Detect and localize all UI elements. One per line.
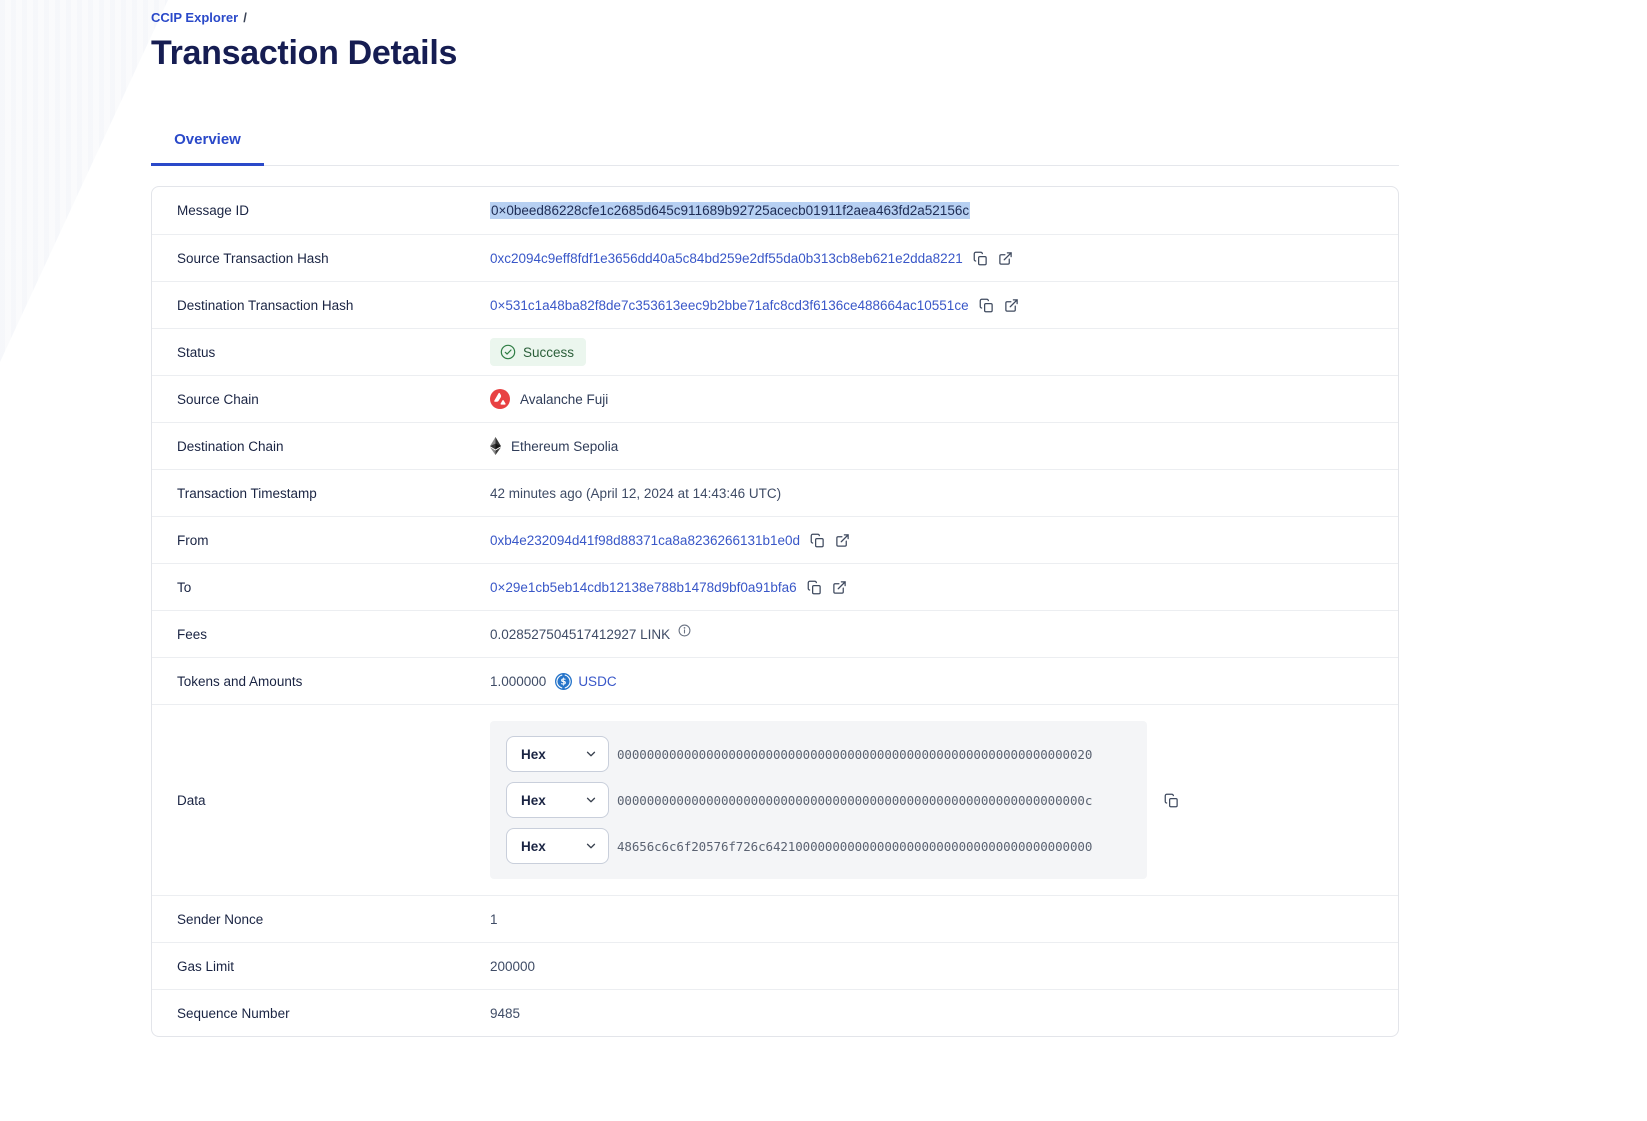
hex-encoding-select[interactable]: Hex [506,828,609,864]
hex-encoding-select-value: Hex [521,839,546,854]
external-link-icon[interactable] [832,580,847,595]
row-label: Sequence Number [152,1006,490,1021]
hex-encoding-select-value: Hex [521,747,546,762]
copy-icon[interactable] [807,580,822,595]
timestamp-value: 42 minutes ago (April 12, 2024 at 14:43:… [490,486,781,501]
hex-data-text: 0000000000000000000000000000000000000000… [617,747,1092,762]
row-label: Status [152,345,490,360]
dest-tx-hash-link[interactable]: 0×531c1a48ba82f8de7c353613eec9b2bbe71afc… [490,298,969,313]
row-label: Destination Chain [152,439,490,454]
copy-icon[interactable] [979,298,994,313]
fees-value: 0.028527504517412927 LINK [490,627,670,642]
copy-icon[interactable] [973,251,988,266]
copy-icon[interactable] [810,533,825,548]
row-label: Fees [152,627,490,642]
page-title: Transaction Details [151,34,1399,72]
hex-encoding-select-value: Hex [521,793,546,808]
ethereum-icon [490,437,501,455]
table-row-fees: Fees 0.028527504517412927 LINK [152,610,1398,657]
message-id-value: 0×0beed86228cfe1c2685d645c911689b92725ac… [490,202,970,219]
usdc-icon: $ [555,673,572,690]
hex-encoding-select[interactable]: Hex [506,736,609,772]
page-content: CCIP Explorer / Transaction Details Overv… [151,0,1399,1037]
row-label: Source Transaction Hash [152,251,490,266]
chevron-down-icon [584,793,598,807]
check-circle-icon [500,344,516,360]
status-badge: Success [490,338,586,366]
external-link-icon[interactable] [998,251,1013,266]
data-hex-line: Hex 000000000000000000000000000000000000… [506,736,1131,772]
transaction-details-card: Message ID 0×0beed86228cfe1c2685d645c911… [151,186,1399,1037]
chevron-down-icon [584,839,598,853]
tab-overview[interactable]: Overview [151,118,264,166]
breadcrumb-link-ccip-explorer[interactable]: CCIP Explorer [151,10,238,25]
to-address-link[interactable]: 0×29e1cb5eb14cdb12138e788b1478d9bf0a91bf… [490,580,797,595]
row-label: Tokens and Amounts [152,674,490,689]
row-label: Sender Nonce [152,912,490,927]
token-symbol-link[interactable]: USDC [578,674,616,689]
source-chain: Avalanche Fuji [490,389,608,409]
breadcrumb: CCIP Explorer / [151,0,1399,26]
external-link-icon[interactable] [1004,298,1019,313]
external-link-icon[interactable] [835,533,850,548]
row-label: To [152,580,490,595]
table-row-dest-chain: Destination Chain Ethereum Sepolia [152,422,1398,469]
row-label: Message ID [152,203,490,218]
copy-icon[interactable] [1164,793,1179,808]
row-label: Gas Limit [152,959,490,974]
table-row-dest-tx-hash: Destination Transaction Hash 0×531c1a48b… [152,281,1398,328]
from-address-link[interactable]: 0xb4e232094d41f98d88371ca8a8236266131b1e… [490,533,800,548]
svg-text:$: $ [561,677,567,687]
table-row-sender-nonce: Sender Nonce 1 [152,895,1398,942]
source-tx-hash-link[interactable]: 0xc2094c9eff8fdf1e3656dd40a5c84bd259e2df… [490,251,963,266]
table-row-sequence-number: Sequence Number 9485 [152,989,1398,1036]
chevron-down-icon [584,747,598,761]
sequence-number-value: 9485 [490,1006,520,1021]
data-hex-line: Hex 000000000000000000000000000000000000… [506,782,1131,818]
status-badge-label: Success [523,345,574,360]
source-chain-name: Avalanche Fuji [520,392,608,407]
table-row-to: To 0×29e1cb5eb14cdb12138e788b1478d9bf0a9… [152,563,1398,610]
hex-encoding-select[interactable]: Hex [506,782,609,818]
table-row-message-id: Message ID 0×0beed86228cfe1c2685d645c911… [152,187,1398,234]
table-row-tokens: Tokens and Amounts 1.000000 $ USDC [152,657,1398,704]
avalanche-icon [490,389,510,409]
gas-limit-value: 200000 [490,959,535,974]
tab-bar: Overview [151,118,1399,166]
dest-chain-name: Ethereum Sepolia [511,439,618,454]
hex-data-text: 48656c6c6f20576f726c64210000000000000000… [617,839,1092,854]
dest-chain: Ethereum Sepolia [490,437,618,455]
decorative-background-wedge [0,0,168,362]
breadcrumb-separator: / [243,10,247,25]
data-hex-line: Hex 48656c6c6f20576f726c6421000000000000… [506,828,1131,864]
table-row-status: Status Success [152,328,1398,375]
row-label: Destination Transaction Hash [152,298,490,313]
token-amount: 1.000000 [490,674,546,689]
row-label: Source Chain [152,392,490,407]
table-row-data: Data Hex 0000000000000000000000000000000… [152,704,1398,895]
info-icon[interactable] [678,624,691,637]
table-row-from: From 0xb4e232094d41f98d88371ca8a82362661… [152,516,1398,563]
row-label: From [152,533,490,548]
data-hex-box: Hex 000000000000000000000000000000000000… [490,721,1147,879]
hex-data-text: 0000000000000000000000000000000000000000… [617,793,1092,808]
row-label: Data [152,793,490,808]
table-row-gas-limit: Gas Limit 200000 [152,942,1398,989]
table-row-source-chain: Source Chain Avalanche Fuji [152,375,1398,422]
table-row-timestamp: Transaction Timestamp 42 minutes ago (Ap… [152,469,1398,516]
row-label: Transaction Timestamp [152,486,490,501]
sender-nonce-value: 1 [490,912,498,927]
table-row-source-tx-hash: Source Transaction Hash 0xc2094c9eff8fdf… [152,234,1398,281]
